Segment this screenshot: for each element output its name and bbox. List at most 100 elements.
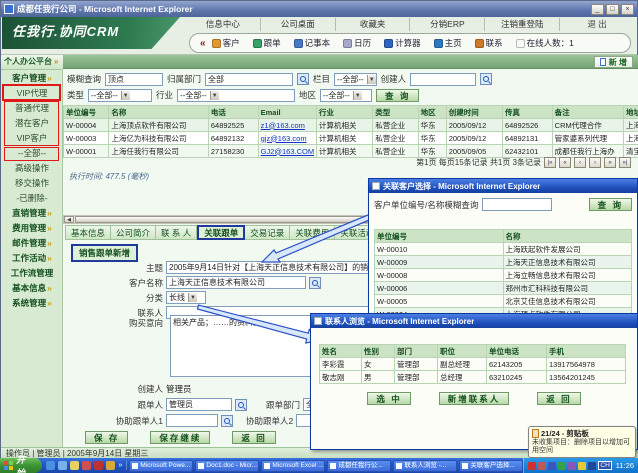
outlook-quicklaunch-icon[interactable] <box>58 461 67 470</box>
popup2-row[interactable]: 敬志刚 男 管理部 总经理 63210245 13564201245 <box>320 371 626 384</box>
customer-row[interactable]: W-00001 上海任我行有限公司 27158230 GJ2@163.COM 计… <box>64 145 638 158</box>
sidebar-personal-office[interactable]: 个人办公平台 <box>1 55 63 70</box>
toolbar-item[interactable]: 计算器 <box>384 37 421 49</box>
menu-item-relogin[interactable]: 注销重登陆 <box>485 18 560 31</box>
region-select[interactable]: --全部-- <box>320 89 372 102</box>
tab-transactions[interactable]: 交易记录 <box>245 225 290 240</box>
sidebar-item-mail-mgmt[interactable]: 邮件管理 <box>1 236 63 251</box>
app-quicklaunch-icon[interactable] <box>94 461 103 470</box>
sidebar-item-deleted[interactable]: -已删除- <box>1 191 63 206</box>
tab-related-orders[interactable]: 关联跟单 <box>197 225 245 240</box>
media-quicklaunch-icon[interactable] <box>82 461 91 470</box>
sidebar-item-workflow-mgmt[interactable]: 工作流管理 <box>1 266 63 281</box>
sidebar-item-work-activity[interactable]: 工作活动 <box>1 251 63 266</box>
column-header[interactable]: 类型 <box>373 106 418 119</box>
popup1-row[interactable]: W-00010 上海跃起软件发展公司 <box>375 243 632 256</box>
menu-item-info-center[interactable]: 信息中心 <box>186 18 261 31</box>
column-header[interactable]: 备注 <box>552 106 623 119</box>
tab-related-expense[interactable]: 关联费用 <box>290 225 335 240</box>
column-header[interactable]: 电话 <box>208 106 258 119</box>
popup1-row[interactable]: W-00006 郑州市汇科科技有限公司 <box>375 282 632 295</box>
customer-row[interactable]: W-00004 上海顶点软件有限公司 64892525 z1@163.com 计… <box>64 119 638 132</box>
maximize-button[interactable]: □ <box>606 4 619 15</box>
sidebar-item-all[interactable]: --全部-- <box>1 146 63 161</box>
sidebar-item-expense-mgmt[interactable]: 费用管理 <box>1 221 63 236</box>
save-button[interactable]: 保 存 <box>85 431 128 444</box>
popup1-search-button[interactable]: 查 询 <box>589 198 632 211</box>
search-button[interactable]: 查 询 <box>376 89 419 102</box>
toolbar-item[interactable]: 记事本 <box>294 37 331 49</box>
tray-shield-icon[interactable] <box>528 462 536 470</box>
cell-email[interactable]: z1@163.com <box>258 119 316 132</box>
pen-quicklaunch-icon[interactable] <box>106 461 115 470</box>
sidebar-item-normal-agent[interactable]: 普通代理 <box>1 101 63 116</box>
sidebar-item-advanced-ops[interactable]: 高级操作 <box>1 161 63 176</box>
taskbar-window-button[interactable]: Microsoft Powe... <box>129 460 193 472</box>
subject-input[interactable]: 2005年9月14日针对【上海天正信息技术有限公司】的销售跟单 <box>166 261 398 274</box>
helper1-lookup-icon[interactable] <box>221 415 233 427</box>
toolbar-item[interactable]: 跟单 <box>253 37 281 49</box>
tab-basic-info[interactable]: 基本信息 <box>65 225 111 240</box>
column-header[interactable]: 名称 <box>109 106 208 119</box>
column-select[interactable]: --全部-- <box>334 73 377 86</box>
popup1-row[interactable]: W-00009 上海天正信息技术有限公司 <box>375 256 632 269</box>
taskbar-window-button[interactable]: Microsoft Excel ... <box>261 460 325 472</box>
customer-row[interactable]: W-00003 上海亿为科技有限公司 64892132 gjz@163.com … <box>64 132 638 145</box>
sidebar-item-vip-customer[interactable]: VIP客户 <box>1 131 63 146</box>
customer-name-input[interactable]: 上海天正信息技术有限公司 <box>166 276 306 289</box>
tab-company-profile[interactable]: 公司简介 <box>111 225 156 240</box>
popup2-back-button[interactable]: 返 回 <box>537 392 580 405</box>
tray-display-icon[interactable] <box>548 462 556 470</box>
pager-next-icon[interactable]: › <box>589 157 601 168</box>
menu-item-company-desktop[interactable]: 公司桌面 <box>261 18 336 31</box>
taskbar-window-button[interactable]: 联系人浏览 -... <box>393 460 457 472</box>
popup2-row[interactable]: 李彩霞 女 管理部 副总经理 62143205 13917564978 <box>320 358 626 371</box>
taskbar-window-button[interactable]: 成都任我行公... <box>327 460 391 472</box>
tray-volume-icon[interactable] <box>578 462 586 470</box>
column-header[interactable]: 单位编号 <box>64 106 109 119</box>
industry-select[interactable]: --全部-- <box>177 89 295 102</box>
tracker-input[interactable]: 管理员 <box>166 398 232 411</box>
popup1-row[interactable]: W-00005 北京艾佳信息技术有限公司 <box>375 295 632 308</box>
sidebar-item-transfer-ops[interactable]: 移交操作 <box>1 176 63 191</box>
tracker-lookup-icon[interactable] <box>235 399 247 411</box>
quicklaunch-more-icon[interactable]: » <box>118 462 122 469</box>
language-indicator[interactable]: CH <box>598 461 611 470</box>
sidebar-item-vip-agent[interactable]: VIP代理 <box>1 86 63 101</box>
sidebar-item-potential-customer[interactable]: 潜在客户 <box>1 116 63 131</box>
taskbar-window-button[interactable]: 关联客户选择... <box>459 460 523 472</box>
pager-first-icon[interactable]: |« <box>544 157 556 168</box>
sidebar-item-direct-sales[interactable]: 直销管理 <box>1 206 63 221</box>
pager-fast-prev-icon[interactable]: « <box>559 157 571 168</box>
column-header[interactable]: 创建时间 <box>446 106 502 119</box>
start-button[interactable]: 开始 <box>0 458 42 473</box>
collapse-toolbar-icon[interactable]: « <box>200 38 206 49</box>
close-button[interactable]: × <box>621 4 634 15</box>
tray-app-icon[interactable] <box>568 462 576 470</box>
column-header[interactable]: 地址 <box>624 106 638 119</box>
customer-lookup-icon[interactable] <box>309 277 321 289</box>
category-select[interactable]: 长线 <box>166 291 206 304</box>
creator-input[interactable] <box>410 73 476 86</box>
toolbar-item[interactable]: 主页 <box>434 37 462 49</box>
minimize-button[interactable]: _ <box>591 4 604 15</box>
tray-office-icon[interactable] <box>588 462 596 470</box>
form-back-button[interactable]: 返 回 <box>232 431 275 444</box>
toolbar-item[interactable]: 日历 <box>343 37 371 49</box>
popup2-add-contact-button[interactable]: 新增联系人 <box>439 392 510 405</box>
ie-quicklaunch-icon[interactable] <box>46 461 55 470</box>
column-header[interactable]: 行业 <box>316 106 372 119</box>
column-header[interactable]: 传真 <box>502 106 552 119</box>
desktop-quicklaunch-icon[interactable] <box>70 461 79 470</box>
sidebar-item-customer-mgmt[interactable]: 客户管理 <box>1 71 63 86</box>
creator-lookup-icon[interactable] <box>480 73 492 85</box>
pager-fast-next-icon[interactable]: » <box>604 157 616 168</box>
popup1-row[interactable]: W-00008 上海立畅信息技术有限公司 <box>375 269 632 282</box>
helper1-input[interactable] <box>166 414 218 427</box>
pager-prev-icon[interactable]: ‹ <box>574 157 586 168</box>
fuzzy-query-input[interactable]: 顶点 <box>105 73 163 86</box>
toolbar-item[interactable]: 在线人数：1 <box>516 37 574 49</box>
popup2-select-button[interactable]: 选 中 <box>367 392 410 405</box>
popup1-query-input[interactable] <box>482 198 552 211</box>
column-header[interactable]: 地区 <box>418 106 446 119</box>
